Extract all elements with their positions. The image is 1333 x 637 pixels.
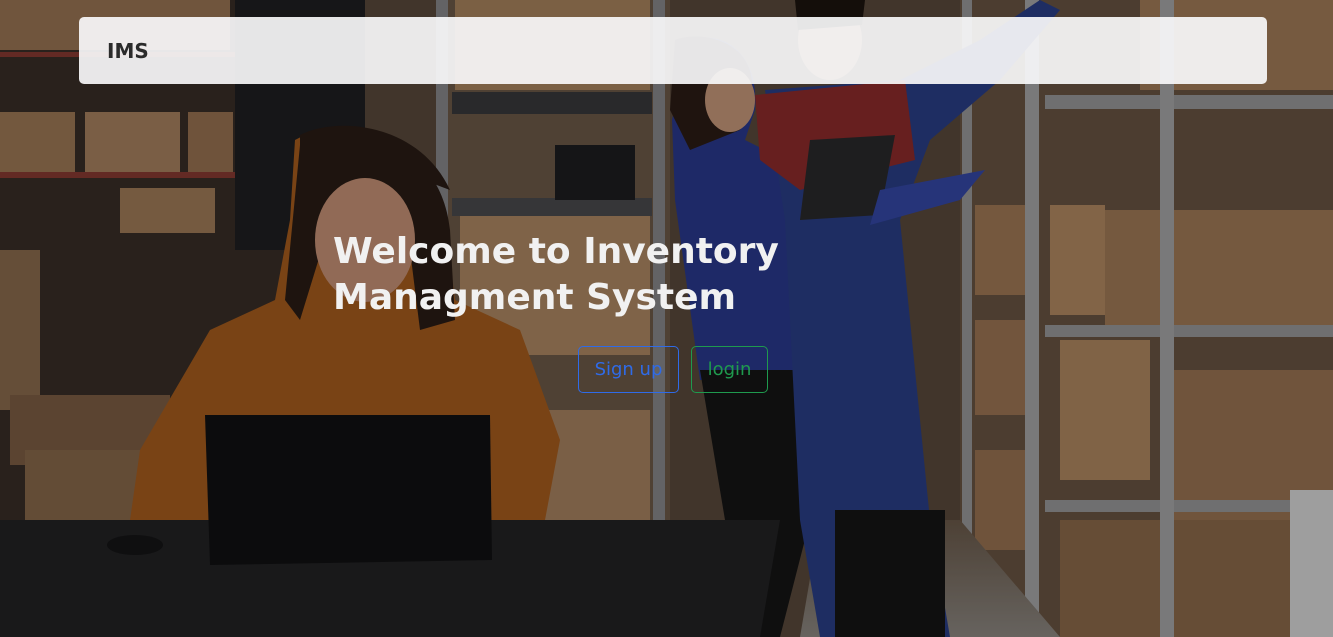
login-button[interactable]: login bbox=[691, 346, 768, 393]
brand-logo-link[interactable]: IMS bbox=[107, 39, 149, 63]
signup-button[interactable]: Sign up bbox=[578, 346, 679, 393]
top-navbar: IMS bbox=[79, 17, 1267, 84]
hero-section: IMS Welcome to Inventory Managment Syste… bbox=[0, 0, 1333, 637]
welcome-heading: Welcome to Inventory Managment System bbox=[333, 231, 779, 318]
